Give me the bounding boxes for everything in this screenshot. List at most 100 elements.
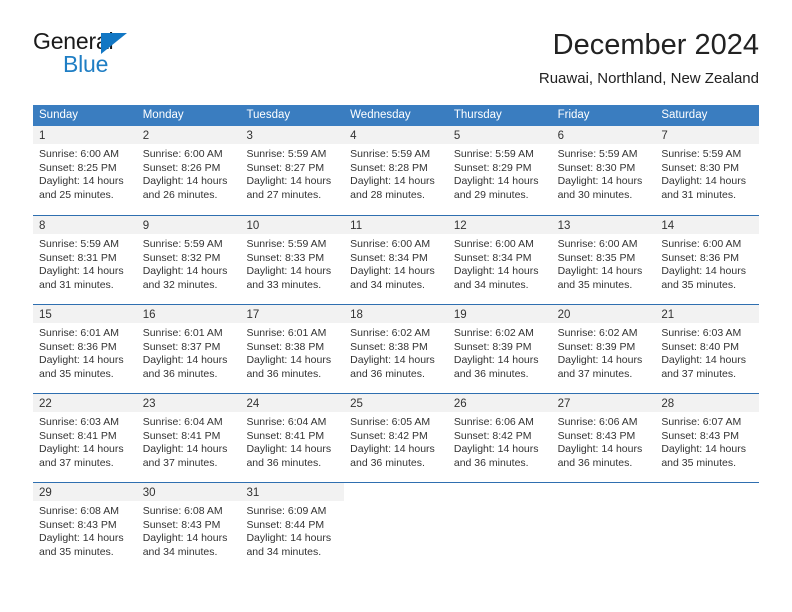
sunrise-line: Sunrise: 6:00 AM: [39, 148, 119, 160]
daylight-line-2: and 36 minutes.: [453, 456, 529, 469]
daylight-line-2: and 25 minutes.: [39, 188, 114, 201]
sunset-line: Sunset: 8:42 PM: [453, 429, 532, 442]
day-info: Sunrise: 6:00 AM Sunset: 8:25 PM Dayligh…: [33, 144, 137, 202]
day-cell[interactable]: 17 Sunrise: 6:01 AM Sunset: 8:38 PM Dayl…: [240, 305, 345, 393]
day-info: Sunrise: 6:00 AM Sunset: 8:35 PM Dayligh…: [552, 234, 656, 292]
page-title: December 2024: [552, 29, 759, 61]
day-number-band: 2: [136, 126, 241, 144]
day-number: 24: [246, 398, 260, 410]
sunset-line: Sunset: 8:35 PM: [557, 251, 636, 264]
sunset-line: Sunset: 8:42 PM: [350, 429, 428, 442]
day-cell[interactable]: 27 Sunrise: 6:06 AM Sunset: 8:43 PM Dayl…: [551, 394, 656, 482]
daylight-line-1: Daylight: 14 hours: [453, 443, 539, 456]
sunset-line: Sunset: 8:39 PM: [557, 340, 636, 353]
day-number: 18: [350, 309, 363, 321]
day-cell[interactable]: 12 Sunrise: 6:00 AM Sunset: 8:34 PM Dayl…: [447, 216, 552, 304]
day-cell[interactable]: 9 Sunrise: 5:59 AM Sunset: 8:32 PM Dayli…: [136, 216, 241, 304]
day-cell[interactable]: 13 Sunrise: 6:00 AM Sunset: 8:35 PM Dayl…: [551, 216, 656, 304]
sunrise-line: Sunrise: 5:59 AM: [39, 238, 119, 250]
day-number-band: [655, 483, 760, 501]
daylight-line-2: and 29 minutes.: [453, 188, 529, 201]
day-info: Sunrise: 5:59 AM Sunset: 8:29 PM Dayligh…: [448, 144, 552, 202]
sunrise-line: Sunrise: 5:59 AM: [453, 148, 534, 160]
day-cell[interactable]: 7 Sunrise: 5:59 AM Sunset: 8:30 PM Dayli…: [655, 126, 760, 215]
weekday-header-saturday: Saturday: [661, 109, 708, 121]
day-cell[interactable]: 18 Sunrise: 6:02 AM Sunset: 8:38 PM Dayl…: [344, 305, 448, 393]
daylight-line-2: and 30 minutes.: [557, 188, 633, 201]
day-number-band: [551, 483, 656, 501]
day-info: Sunrise: 6:06 AM Sunset: 8:42 PM Dayligh…: [448, 412, 552, 470]
week-row: 15 Sunrise: 6:01 AM Sunset: 8:36 PM Dayl…: [33, 304, 760, 393]
sunset-line: Sunset: 8:26 PM: [142, 161, 221, 174]
day-number-band: 28: [655, 394, 760, 412]
day-cell[interactable]: 8 Sunrise: 5:59 AM Sunset: 8:31 PM Dayli…: [33, 216, 137, 304]
day-cell[interactable]: 14 Sunrise: 6:00 AM Sunset: 8:36 PM Dayl…: [655, 216, 760, 304]
daylight-line-1: Daylight: 14 hours: [39, 532, 124, 545]
daylight-line-2: and 35 minutes.: [39, 545, 114, 558]
daylight-line-2: and 32 minutes.: [142, 278, 218, 291]
day-cell[interactable]: 28 Sunrise: 6:07 AM Sunset: 8:43 PM Dayl…: [655, 394, 760, 482]
day-cell[interactable]: 3 Sunrise: 5:59 AM Sunset: 8:27 PM Dayli…: [240, 126, 345, 215]
day-number-band: 4: [344, 126, 448, 144]
sunset-line: Sunset: 8:32 PM: [142, 251, 221, 264]
sunset-line: Sunset: 8:25 PM: [39, 161, 117, 174]
daylight-line-2: and 26 minutes.: [142, 188, 218, 201]
sunrise-line: Sunrise: 6:07 AM: [661, 416, 742, 428]
sunrise-line: Sunrise: 6:02 AM: [557, 327, 638, 339]
day-cell[interactable]: 15 Sunrise: 6:01 AM Sunset: 8:36 PM Dayl…: [33, 305, 137, 393]
daylight-line-1: Daylight: 14 hours: [453, 354, 539, 367]
day-cell[interactable]: 22 Sunrise: 6:03 AM Sunset: 8:41 PM Dayl…: [33, 394, 137, 482]
day-cell[interactable]: 24 Sunrise: 6:04 AM Sunset: 8:41 PM Dayl…: [240, 394, 345, 482]
daylight-line-1: Daylight: 14 hours: [142, 265, 228, 278]
day-cell[interactable]: 4 Sunrise: 5:59 AM Sunset: 8:28 PM Dayli…: [344, 126, 448, 215]
weekday-header-monday: Monday: [142, 109, 184, 121]
day-number: 9: [142, 220, 150, 232]
sunrise-line: Sunrise: 5:59 AM: [142, 238, 223, 250]
daylight-line-1: Daylight: 14 hours: [350, 175, 435, 188]
sunrise-line: Sunrise: 6:00 AM: [350, 238, 431, 250]
day-cell[interactable]: 25 Sunrise: 6:05 AM Sunset: 8:42 PM Dayl…: [344, 394, 448, 482]
day-cell[interactable]: 2 Sunrise: 6:00 AM Sunset: 8:26 PM Dayli…: [136, 126, 241, 215]
day-cell[interactable]: 19 Sunrise: 6:02 AM Sunset: 8:39 PM Dayl…: [447, 305, 552, 393]
daylight-line-2: and 34 minutes.: [246, 545, 322, 558]
day-cell[interactable]: 29 Sunrise: 6:08 AM Sunset: 8:43 PM Dayl…: [33, 483, 137, 571]
sunset-line: Sunset: 8:29 PM: [453, 161, 532, 174]
day-cell[interactable]: 23 Sunrise: 6:04 AM Sunset: 8:41 PM Dayl…: [136, 394, 241, 482]
day-cell[interactable]: 6 Sunrise: 5:59 AM Sunset: 8:30 PM Dayli…: [551, 126, 656, 215]
day-info: Sunrise: 6:00 AM Sunset: 8:36 PM Dayligh…: [655, 234, 759, 292]
day-info: Sunrise: 6:04 AM Sunset: 8:41 PM Dayligh…: [137, 412, 241, 470]
day-cell[interactable]: 11 Sunrise: 6:00 AM Sunset: 8:34 PM Dayl…: [344, 216, 448, 304]
daylight-line-1: Daylight: 14 hours: [142, 532, 228, 545]
day-number-band: 14: [655, 216, 760, 234]
day-cell[interactable]: 1 Sunrise: 6:00 AM Sunset: 8:25 PM Dayli…: [33, 126, 137, 215]
day-info: Sunrise: 5:59 AM Sunset: 8:30 PM Dayligh…: [655, 144, 759, 202]
day-info: Sunrise: 5:59 AM Sunset: 8:33 PM Dayligh…: [240, 234, 344, 292]
day-number-band: 25: [344, 394, 448, 412]
day-cell[interactable]: 16 Sunrise: 6:01 AM Sunset: 8:37 PM Dayl…: [136, 305, 241, 393]
sunrise-line: Sunrise: 6:06 AM: [453, 416, 534, 428]
day-cell[interactable]: 21 Sunrise: 6:03 AM Sunset: 8:40 PM Dayl…: [655, 305, 760, 393]
sunset-line: Sunset: 8:38 PM: [350, 340, 428, 353]
day-cell[interactable]: 26 Sunrise: 6:06 AM Sunset: 8:42 PM Dayl…: [447, 394, 552, 482]
daylight-line-2: and 31 minutes.: [39, 278, 114, 291]
day-number-band: 13: [551, 216, 656, 234]
day-cell[interactable]: 30 Sunrise: 6:08 AM Sunset: 8:43 PM Dayl…: [136, 483, 241, 571]
sunset-line: Sunset: 8:43 PM: [557, 429, 636, 442]
sunset-line: Sunset: 8:39 PM: [453, 340, 532, 353]
sunrise-line: Sunrise: 6:01 AM: [246, 327, 327, 339]
weekday-header-row: Sunday Monday Tuesday Wednesday Thursday…: [33, 105, 759, 126]
day-cell[interactable]: 20 Sunrise: 6:02 AM Sunset: 8:39 PM Dayl…: [551, 305, 656, 393]
day-cell[interactable]: 31 Sunrise: 6:09 AM Sunset: 8:44 PM Dayl…: [240, 483, 345, 571]
day-number: 14: [661, 220, 675, 232]
weekday-header-tuesday: Tuesday: [246, 109, 291, 121]
day-cell[interactable]: 5 Sunrise: 5:59 AM Sunset: 8:29 PM Dayli…: [447, 126, 552, 215]
day-number: 1: [39, 130, 46, 142]
week-row: 1 Sunrise: 6:00 AM Sunset: 8:25 PM Dayli…: [33, 126, 760, 215]
day-cell[interactable]: 10 Sunrise: 5:59 AM Sunset: 8:33 PM Dayl…: [240, 216, 345, 304]
generalblue-logo[interactable]: General Blue: [33, 28, 253, 90]
daylight-line-1: Daylight: 14 hours: [350, 443, 435, 456]
day-cell-empty: [447, 483, 552, 571]
calendar-grid: Sunday Monday Tuesday Wednesday Thursday…: [33, 105, 760, 571]
daylight-line-1: Daylight: 14 hours: [557, 354, 643, 367]
day-info: Sunrise: 6:05 AM Sunset: 8:42 PM Dayligh…: [344, 412, 448, 470]
